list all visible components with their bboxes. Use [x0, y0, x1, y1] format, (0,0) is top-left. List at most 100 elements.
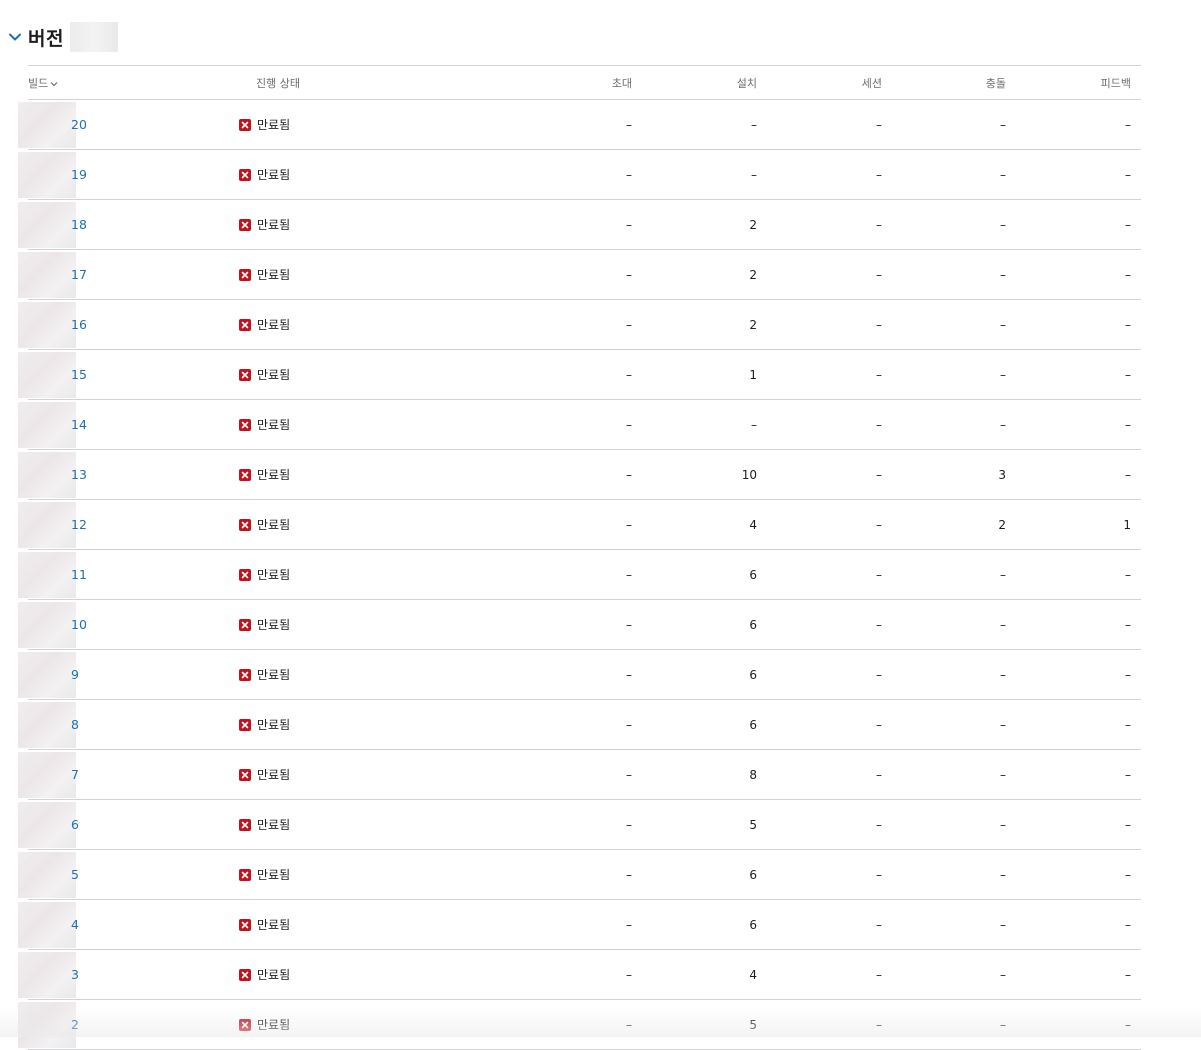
- table-row[interactable]: 2 만료됨 – 5 – – –: [18, 1000, 1141, 1050]
- feedback-cell: –: [1125, 667, 1131, 682]
- table-header-row: 빌드 진행 상태 초대 설치 세션 충돌 피드백: [28, 65, 1141, 100]
- section-header[interactable]: 버전: [8, 22, 118, 52]
- redacted-app-icon: [18, 952, 76, 998]
- build-link[interactable]: 18: [71, 217, 87, 232]
- sessions-cell: –: [876, 1017, 882, 1032]
- redacted-app-icon: [18, 352, 76, 398]
- table-row[interactable]: 20 만료됨 – – – – –: [18, 100, 1141, 150]
- build-link[interactable]: 9: [71, 667, 79, 682]
- installs-cell: 10: [741, 467, 757, 482]
- status-label: 만료됨: [257, 218, 291, 232]
- feedback-cell: –: [1125, 1017, 1131, 1032]
- build-link[interactable]: 14: [71, 417, 87, 432]
- invites-cell: –: [626, 667, 632, 682]
- build-link[interactable]: 12: [71, 517, 87, 532]
- section-title: 버전: [28, 27, 64, 50]
- build-link[interactable]: 10: [71, 617, 87, 632]
- table-row[interactable]: 10 만료됨 – 6 – – –: [18, 600, 1141, 650]
- feedback-cell: –: [1125, 967, 1131, 982]
- table-row[interactable]: 13 만료됨 – 10 – 3 –: [18, 450, 1141, 500]
- status-label: 만료됨: [257, 368, 291, 382]
- build-link[interactable]: 7: [71, 767, 79, 782]
- installs-cell: 2: [749, 267, 757, 282]
- table-row[interactable]: 18 만료됨 – 2 – – –: [18, 200, 1141, 250]
- installs-cell: 6: [749, 567, 757, 582]
- table-row[interactable]: 3 만료됨 – 4 – – –: [18, 950, 1141, 1000]
- invites-cell: –: [626, 517, 632, 532]
- table-row[interactable]: 4 만료됨 – 6 – – –: [18, 900, 1141, 950]
- table-row[interactable]: 6 만료됨 – 5 – – –: [18, 800, 1141, 850]
- sessions-cell: –: [876, 317, 882, 332]
- table-row[interactable]: 16 만료됨 – 2 – – –: [18, 300, 1141, 350]
- build-link[interactable]: 17: [71, 267, 87, 282]
- invites-cell: –: [626, 267, 632, 282]
- build-link[interactable]: 4: [71, 917, 79, 932]
- build-link[interactable]: 2: [71, 1017, 79, 1032]
- build-link[interactable]: 11: [71, 567, 87, 582]
- build-link[interactable]: 13: [71, 467, 87, 482]
- sessions-cell: –: [876, 117, 882, 132]
- build-link[interactable]: 20: [71, 117, 87, 132]
- column-header-status: 진행 상태: [256, 76, 300, 90]
- status-cell: 만료됨: [239, 550, 504, 600]
- status-cell: 만료됨: [239, 400, 504, 450]
- invites-cell: –: [626, 967, 632, 982]
- table-row[interactable]: 7 만료됨 – 8 – – –: [18, 750, 1141, 800]
- table-row[interactable]: 17 만료됨 – 2 – – –: [18, 250, 1141, 300]
- build-link[interactable]: 6: [71, 817, 79, 832]
- build-cell: 10: [18, 600, 256, 650]
- sessions-cell: –: [876, 617, 882, 632]
- installs-cell: 6: [749, 667, 757, 682]
- redacted-app-icon: [18, 552, 76, 598]
- column-header-feedback: 피드백: [1100, 76, 1131, 90]
- invites-cell: –: [626, 867, 632, 882]
- feedback-cell: –: [1125, 917, 1131, 932]
- build-cell: 5: [18, 850, 256, 900]
- installs-cell: 8: [749, 767, 757, 782]
- status-cell: 만료됨: [239, 700, 504, 750]
- crashes-cell: –: [1000, 567, 1006, 582]
- invites-cell: –: [626, 217, 632, 232]
- feedback-cell: –: [1125, 367, 1131, 382]
- build-cell: 6: [18, 800, 256, 850]
- table-row[interactable]: 8 만료됨 – 6 – – –: [18, 700, 1141, 750]
- column-header-build[interactable]: 빌드: [28, 66, 256, 100]
- status-cell: 만료됨: [239, 900, 504, 950]
- crashes-cell: –: [1000, 417, 1006, 432]
- table-row[interactable]: 15 만료됨 – 1 – – –: [18, 350, 1141, 400]
- status-cell: 만료됨: [239, 850, 504, 900]
- table-row[interactable]: 11 만료됨 – 6 – – –: [18, 550, 1141, 600]
- table-row[interactable]: 19 만료됨 – – – – –: [18, 150, 1141, 200]
- status-cell: 만료됨: [239, 200, 504, 250]
- build-cell: 2: [18, 1000, 256, 1050]
- build-link[interactable]: 15: [71, 367, 87, 382]
- build-link[interactable]: 5: [71, 867, 79, 882]
- invites-cell: –: [626, 817, 632, 832]
- installs-cell: –: [751, 417, 757, 432]
- build-link[interactable]: 19: [71, 167, 87, 182]
- sessions-cell: –: [876, 717, 882, 732]
- build-link[interactable]: 8: [71, 717, 79, 732]
- build-cell: 3: [18, 950, 256, 1000]
- chevron-down-icon[interactable]: [8, 30, 22, 44]
- table-row[interactable]: 5 만료됨 – 6 – – –: [18, 850, 1141, 900]
- table-row[interactable]: 14 만료됨 – – – – –: [18, 400, 1141, 450]
- redacted-app-icon: [18, 702, 76, 748]
- table-row[interactable]: 12 만료됨 – 4 – 2 1: [18, 500, 1141, 550]
- status-label: 만료됨: [257, 518, 291, 532]
- table-row[interactable]: 9 만료됨 – 6 – – –: [18, 650, 1141, 700]
- sort-chevron-down-icon[interactable]: [50, 80, 58, 88]
- invites-cell: –: [626, 367, 632, 382]
- redacted-app-icon: [18, 252, 76, 298]
- build-link[interactable]: 3: [71, 967, 79, 982]
- sessions-cell: –: [876, 167, 882, 182]
- status-label: 만료됨: [257, 918, 291, 932]
- redacted-app-icon: [18, 152, 76, 198]
- redacted-app-icon: [18, 1002, 76, 1048]
- build-link[interactable]: 16: [71, 317, 87, 332]
- invites-cell: –: [626, 1017, 632, 1032]
- installs-cell: 6: [749, 717, 757, 732]
- feedback-cell: –: [1125, 867, 1131, 882]
- redacted-app-icon: [18, 402, 76, 448]
- redacted-app-name: [69, 22, 118, 52]
